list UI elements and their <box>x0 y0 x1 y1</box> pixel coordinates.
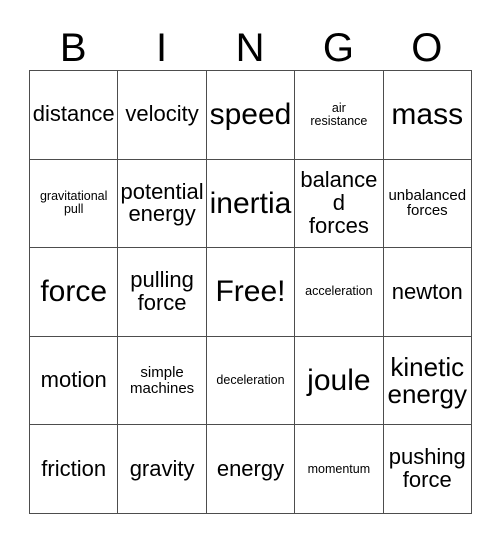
bingo-cell-o3[interactable]: newton <box>382 247 472 337</box>
bingo-cell-label: gravitational pull <box>39 189 108 217</box>
bingo-cell-b2[interactable]: gravitational pull <box>28 158 119 249</box>
bingo-cell-label: pushing force <box>388 444 466 493</box>
bingo-cell-i1[interactable]: velocity <box>117 70 207 160</box>
bingo-cell-g3[interactable]: acceleration <box>294 247 384 337</box>
bingo-cell-label: potential energy <box>120 178 204 227</box>
bingo-cell-g5[interactable]: momentum <box>294 424 384 514</box>
bingo-cell-n5[interactable]: energy <box>205 424 296 514</box>
bingo-cell-b5[interactable]: friction <box>28 424 119 514</box>
bingo-row-1: distance velocity speed air resistance m… <box>28 70 472 160</box>
bingo-card: B I N G O distance velocity speed air re… <box>28 12 472 514</box>
bingo-cell-o4[interactable]: kinetic energy <box>382 335 472 426</box>
bingo-header-letter-b: B <box>59 26 87 70</box>
bingo-cell-b3[interactable]: force <box>28 247 119 337</box>
bingo-cell-o1[interactable]: mass <box>382 70 472 160</box>
bingo-cell-i4[interactable]: simple machines <box>117 335 207 426</box>
bingo-cell-i2[interactable]: potential energy <box>117 158 207 249</box>
bingo-header-row: B I N G O <box>29 12 471 70</box>
bingo-cell-label: balanced forces <box>300 167 378 238</box>
bingo-header-letter-n: N <box>235 26 265 70</box>
bingo-cell-o2[interactable]: unbalanced forces <box>382 158 472 249</box>
bingo-cell-label: inertia <box>209 186 292 220</box>
bingo-cell-i5[interactable]: gravity <box>117 424 207 514</box>
bingo-cell-label: unbalanced forces <box>388 186 467 220</box>
bingo-row-5: friction gravity energy momentum pushing… <box>28 424 472 514</box>
bingo-cell-o5[interactable]: pushing force <box>382 424 472 514</box>
free-space-label: Free! <box>215 275 286 309</box>
bingo-cell-i3[interactable]: pulling force <box>117 247 207 337</box>
bingo-cell-b1[interactable]: distance <box>28 70 119 160</box>
bingo-grid: distance velocity speed air resistance m… <box>28 70 472 514</box>
bingo-cell-label: newton <box>391 278 463 304</box>
bingo-cell-label: kinetic energy <box>387 351 468 409</box>
bingo-cell-label: distance <box>32 101 115 127</box>
bingo-cell-label: speed <box>209 98 292 132</box>
bingo-cell-label: simple machines <box>129 363 195 397</box>
bingo-cell-label: pulling force <box>130 267 194 315</box>
bingo-cell-label: joule <box>307 363 371 397</box>
bingo-cell-label: velocity <box>125 101 199 127</box>
bingo-cell-label: air resistance <box>310 100 368 128</box>
bingo-cell-free-space[interactable]: Free! <box>205 247 296 337</box>
bingo-cell-b4[interactable]: motion <box>28 335 119 426</box>
bingo-cell-label: momentum <box>307 461 371 476</box>
bingo-cell-label: gravity <box>129 455 195 481</box>
bingo-cell-label: deceleration <box>216 373 285 388</box>
bingo-cell-label: mass <box>391 98 464 132</box>
bingo-header-letter-i: I <box>156 26 168 70</box>
bingo-cell-label: energy <box>216 455 285 481</box>
bingo-cell-label: motion <box>40 367 107 393</box>
bingo-row-2: gravitational pull potential energy iner… <box>28 158 472 249</box>
bingo-cell-label: friction <box>41 455 107 481</box>
bingo-cell-label: acceleration <box>305 284 373 299</box>
bingo-header-letter-g: G <box>322 26 354 70</box>
bingo-row-4: motion simple machines deceleration joul… <box>28 335 472 426</box>
bingo-cell-n4[interactable]: deceleration <box>205 335 296 426</box>
bingo-cell-n1[interactable]: speed <box>205 70 296 160</box>
bingo-header-letter-o: O <box>411 26 443 70</box>
bingo-cell-g4[interactable]: joule <box>294 335 384 426</box>
bingo-cell-label: force <box>40 275 108 309</box>
bingo-cell-g2[interactable]: balanced forces <box>294 158 384 249</box>
bingo-row-3: force pulling force Free! acceleration n… <box>28 247 472 337</box>
bingo-cell-n2[interactable]: inertia <box>205 158 296 249</box>
bingo-cell-g1[interactable]: air resistance <box>294 70 384 160</box>
